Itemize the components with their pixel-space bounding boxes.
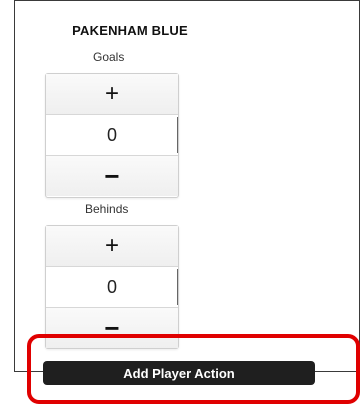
- behinds-decrement-button[interactable]: −: [46, 308, 178, 348]
- goals-decrement-button[interactable]: −: [46, 156, 178, 196]
- behinds-stepper: + 0 −: [45, 225, 179, 349]
- goals-increment-button[interactable]: +: [46, 74, 178, 114]
- goals-value: 0: [46, 114, 178, 156]
- add-player-action-button[interactable]: Add Player Action: [43, 361, 315, 385]
- goals-label: Goals: [93, 50, 125, 64]
- team-name: PAKENHAM BLUE: [72, 23, 188, 38]
- goals-stepper: + 0 −: [45, 73, 179, 198]
- behinds-value: 0: [46, 266, 178, 308]
- behinds-increment-button[interactable]: +: [46, 226, 178, 266]
- behinds-label: Behinds: [85, 202, 129, 216]
